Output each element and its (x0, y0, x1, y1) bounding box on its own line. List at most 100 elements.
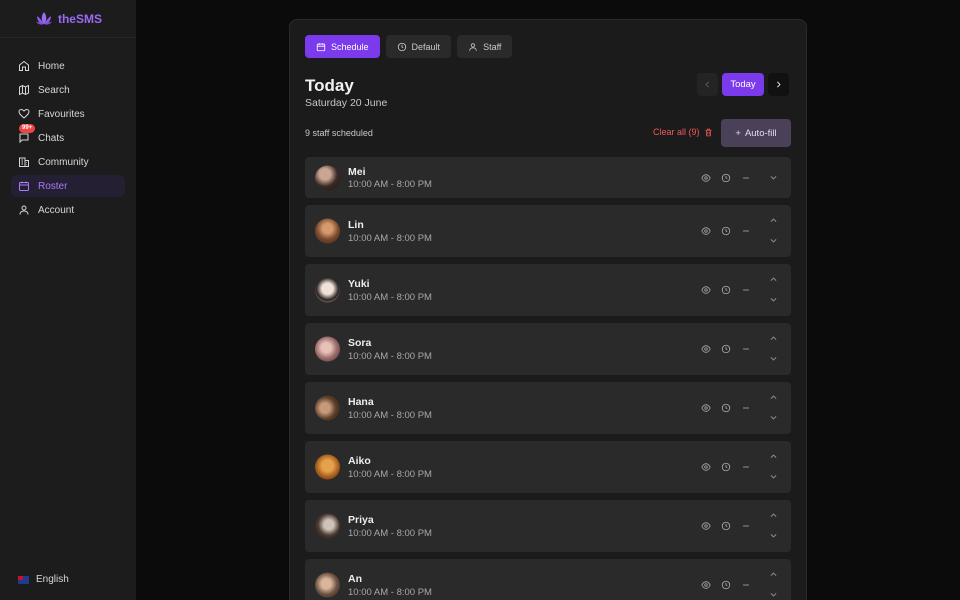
avatar (315, 218, 340, 244)
remove-staff-button[interactable] (740, 579, 752, 591)
visibility-toggle[interactable] (700, 343, 712, 355)
next-day-button[interactable] (768, 73, 789, 96)
edit-hours-button[interactable] (720, 579, 732, 591)
sidebar-item-roster[interactable]: Roster (11, 175, 125, 197)
minus-icon (743, 289, 749, 291)
clock-icon (721, 226, 731, 236)
move-down-button[interactable] (767, 589, 779, 599)
visibility-toggle[interactable] (700, 461, 712, 473)
today-button[interactable]: Today (722, 73, 764, 96)
staff-hours: 10:00 AM - 8:00 PM (348, 351, 432, 362)
visibility-toggle[interactable] (700, 579, 712, 591)
sidebar-item-community[interactable]: Community (11, 151, 125, 173)
minus-icon (743, 584, 749, 586)
move-down-button[interactable] (767, 172, 779, 182)
staff-row[interactable]: An 10:00 AM - 8:00 PM (305, 559, 791, 600)
app-logo[interactable]: theSMS (0, 0, 136, 38)
move-down-button[interactable] (767, 412, 779, 422)
move-up-button[interactable] (767, 569, 779, 579)
remove-staff-button[interactable] (740, 284, 752, 296)
clear-all-label: Clear all (9) (653, 127, 700, 137)
edit-hours-button[interactable] (720, 343, 732, 355)
avatar (315, 277, 340, 303)
move-up-button[interactable] (767, 274, 779, 284)
eye-icon (701, 581, 711, 589)
edit-hours-button[interactable] (720, 520, 732, 532)
staff-row[interactable]: Hana 10:00 AM - 8:00 PM (305, 382, 791, 434)
sidebar-item-home[interactable]: Home (11, 55, 125, 77)
clear-all-button[interactable]: Clear all (9) (653, 127, 713, 137)
sidebar-item-favourites[interactable]: Favourites (11, 103, 125, 125)
clock-icon (721, 173, 731, 182)
home-icon (19, 60, 29, 71)
language-selector[interactable]: English (18, 574, 69, 585)
move-up-button[interactable] (767, 333, 779, 343)
staff-row[interactable]: Aiko 10:00 AM - 8:00 PM (305, 441, 791, 493)
edit-hours-button[interactable] (720, 461, 732, 473)
staff-row[interactable]: Sora 10:00 AM - 8:00 PM (305, 323, 791, 375)
remove-staff-button[interactable] (740, 520, 752, 532)
staff-hours: 10:00 AM - 8:00 PM (348, 587, 432, 598)
move-down-button[interactable] (767, 353, 779, 363)
move-down-button[interactable] (767, 294, 779, 304)
sidebar-item-chats[interactable]: 99+ Chats (11, 124, 125, 149)
remove-staff-button[interactable] (740, 461, 752, 473)
staff-hours: 10:00 AM - 8:00 PM (348, 179, 432, 190)
edit-hours-button[interactable] (720, 172, 732, 184)
staff-hours: 10:00 AM - 8:00 PM (348, 410, 432, 421)
staff-row[interactable]: Yuki 10:00 AM - 8:00 PM (305, 264, 791, 316)
staff-name: Sora (348, 337, 372, 349)
minus-icon (743, 466, 749, 468)
edit-hours-button[interactable] (720, 225, 732, 237)
remove-staff-button[interactable] (740, 343, 752, 355)
tab-schedule[interactable]: Schedule (305, 35, 380, 58)
chat-icon (19, 133, 29, 144)
previous-day-button[interactable] (697, 73, 718, 96)
staff-name: An (348, 573, 362, 585)
sidebar-item-label: Favourites (38, 108, 85, 120)
chevron-up-icon (770, 217, 776, 222)
move-down-button[interactable] (767, 530, 779, 540)
move-down-button[interactable] (767, 235, 779, 245)
move-down-button[interactable] (767, 471, 779, 481)
minus-icon (743, 348, 749, 350)
sidebar-item-account[interactable]: Account (11, 199, 125, 221)
auto-fill-button[interactable]: + Auto-fill (721, 119, 791, 147)
unread-badge: 99+ (19, 124, 36, 133)
staff-row[interactable]: Mei 10:00 AM - 8:00 PM (305, 157, 791, 198)
eye-icon (701, 463, 711, 471)
sidebar: theSMS Home Search Favourites 99+ Chats … (0, 0, 136, 600)
staff-list: Mei 10:00 AM - 8:00 PM Lin 10:00 AM - 8:… (305, 157, 791, 600)
sidebar-item-search[interactable]: Search (11, 79, 125, 101)
remove-staff-button[interactable] (740, 225, 752, 237)
tab-default[interactable]: Default (385, 35, 452, 58)
minus-icon (743, 525, 749, 527)
move-up-button[interactable] (767, 392, 779, 402)
visibility-toggle[interactable] (700, 284, 712, 296)
chevron-up-icon (770, 394, 776, 399)
visibility-toggle[interactable] (700, 172, 712, 184)
staff-row[interactable]: Lin 10:00 AM - 8:00 PM (305, 205, 791, 257)
minus-icon (743, 407, 749, 409)
staff-name: Mei (348, 166, 366, 178)
remove-staff-button[interactable] (740, 402, 752, 414)
move-up-button[interactable] (767, 215, 779, 225)
eye-icon (701, 404, 711, 412)
visibility-toggle[interactable] (700, 402, 712, 414)
staff-name: Hana (348, 396, 374, 408)
staff-row[interactable]: Priya 10:00 AM - 8:00 PM (305, 500, 791, 552)
tab-staff[interactable]: Staff (457, 35, 513, 58)
language-label: English (36, 574, 69, 585)
eye-icon (701, 345, 711, 353)
chevron-left-icon (705, 81, 709, 88)
chevron-down-icon (770, 175, 776, 180)
remove-staff-button[interactable] (740, 172, 752, 184)
visibility-toggle[interactable] (700, 225, 712, 237)
move-up-button[interactable] (767, 510, 779, 520)
edit-hours-button[interactable] (720, 402, 732, 414)
chevron-up-icon (770, 335, 776, 340)
edit-hours-button[interactable] (720, 284, 732, 296)
visibility-toggle[interactable] (700, 520, 712, 532)
move-up-button[interactable] (767, 451, 779, 461)
plus-icon: + (735, 127, 741, 139)
